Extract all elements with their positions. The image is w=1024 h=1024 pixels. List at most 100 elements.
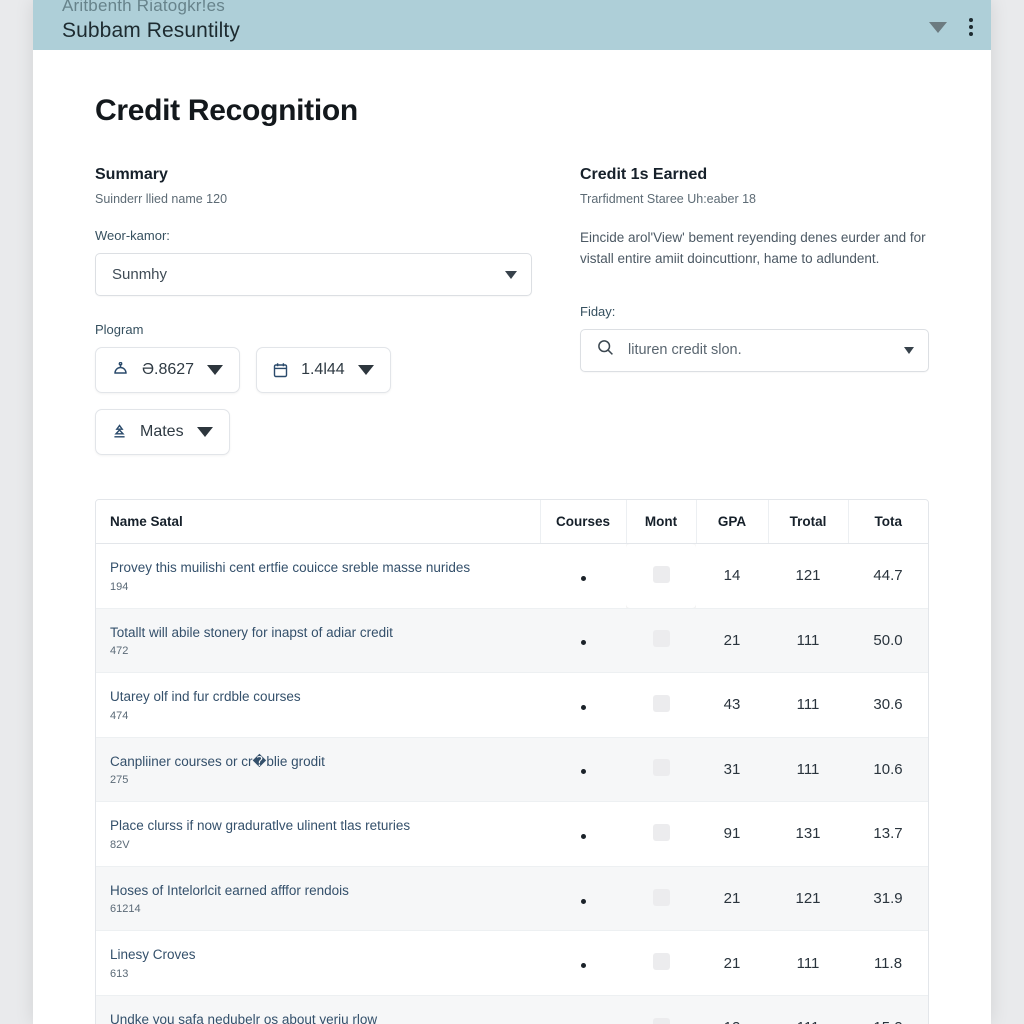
table-header-row: Name Satal Courses Mont GPA Trotal Tota — [96, 500, 928, 544]
cell-name[interactable]: Utarey olf ind fur crdble courses 474 — [96, 672, 540, 738]
chevron-down-icon — [505, 270, 517, 279]
bullet-icon — [580, 575, 586, 581]
cell-mont[interactable] — [626, 543, 696, 609]
calendar-icon — [273, 362, 288, 378]
checkbox-icon[interactable] — [652, 759, 670, 777]
credits-table: Name Satal Courses Mont GPA Trotal Tota … — [95, 499, 929, 1024]
row-title: Canpliiner courses or cr�blie grodit — [110, 753, 325, 769]
column-header-mont[interactable]: Mont — [625, 500, 696, 544]
cell-name[interactable]: Linesy Croves 613 — [96, 930, 540, 996]
cell-mont[interactable] — [626, 866, 696, 932]
cell-name[interactable]: Place clurss if now graduratlve ulinent … — [96, 801, 540, 867]
filter-chip-calendar-label: 1.4l44 — [301, 361, 345, 378]
filter-chip-scale-label: Ә.8627 — [142, 361, 195, 378]
cell-tota: 44.7 — [848, 543, 928, 609]
cell-mont[interactable] — [626, 930, 696, 996]
row-subtitle: 474 — [110, 709, 129, 722]
credits-subtext: Trarfidment Staree Uh:eaber 18 — [580, 192, 757, 206]
app-bar-overline: Aritbenth Riatogkr!es — [62, 0, 225, 15]
app-bar-title-group: Subbam Resuntilty — [62, 20, 929, 44]
bullet-icon — [580, 963, 586, 969]
cell-trotal: 111 — [768, 995, 848, 1024]
app-bar-actions — [929, 18, 973, 44]
chevron-down-icon — [207, 365, 224, 375]
row-title: Utarey olf ind fur crdble courses — [110, 689, 301, 705]
summary-column: Summary Suinderr llied name 120 Weor‑kam… — [95, 166, 532, 455]
cell-tota: 13.7 — [848, 801, 928, 867]
bullet-icon — [580, 833, 586, 839]
summary-heading: Summary — [95, 166, 168, 183]
cell-name[interactable]: Totallt will abile stonery for inapst of… — [96, 608, 540, 674]
filter-chip-mates-label: Mates — [140, 423, 184, 440]
cell-mont[interactable] — [626, 995, 696, 1024]
cell-gpa: 12 — [696, 995, 768, 1024]
table-row[interactable]: Utarey olf ind fur crdble courses 474 43 11… — [96, 672, 928, 738]
cell-name[interactable]: Hoses of Intelorlcit earned afffor rendo… — [96, 866, 540, 932]
cell-trotal: 111 — [768, 672, 848, 738]
program-label: Plogram — [95, 322, 144, 337]
cell-trotal: 121 — [768, 543, 848, 609]
cell-mont[interactable] — [626, 672, 696, 738]
cell-courses — [540, 672, 626, 738]
row-title: Place clurss if now graduratlve ulinent … — [110, 818, 411, 834]
select-label: Weor‑kamor: — [95, 228, 170, 243]
checkbox-icon[interactable] — [652, 888, 670, 906]
app-bar-title: Subbam Resuntilty — [62, 19, 240, 42]
cell-name[interactable]: Undke you safa nedubelr os about yeriu r… — [96, 995, 540, 1024]
credit-search-field[interactable]: lituren credit slon. — [580, 328, 929, 372]
cell-trotal: 121 — [768, 866, 848, 932]
table-row[interactable]: Place clurss if now graduratlve ulinent … — [96, 801, 928, 867]
cell-mont[interactable] — [626, 737, 696, 803]
filter-chip-calendar[interactable]: 1.4l44 — [256, 347, 391, 393]
filter-chip-scale[interactable]: Ә.8627 — [95, 347, 241, 393]
checkbox-icon[interactable] — [652, 823, 670, 841]
bullet-icon — [580, 704, 586, 710]
checkbox-icon[interactable] — [652, 565, 670, 583]
scale-icon — [112, 362, 129, 378]
filter-chip-mates[interactable]: Mates — [95, 409, 230, 455]
cell-name[interactable]: Canpliiner courses or cr�blie grodit 275 — [96, 737, 540, 803]
checkbox-icon[interactable] — [652, 694, 670, 712]
table-row[interactable]: Undke you safa nedubelr os about yeriu r… — [96, 995, 928, 1024]
column-header-gpa[interactable]: GPA — [695, 500, 768, 544]
cell-gpa: 21 — [696, 608, 768, 674]
cell-tota: 15.2 — [848, 995, 928, 1024]
page-content: Credit Recognition Summary Suinderr llie… — [33, 50, 991, 1024]
bullet-icon — [580, 769, 586, 775]
table-row[interactable]: Linesy Croves 613 21 111 11.8 — [96, 930, 928, 996]
credits-column: Credit 1s Earned Trarfidment Staree Uh:e… — [580, 166, 929, 455]
app-window: Aritbenth Riatogkr!es Subbam Resuntilty … — [33, 0, 991, 1024]
row-subtitle: 194 — [110, 580, 129, 593]
chevron-down-icon[interactable] — [929, 21, 947, 33]
checkbox-icon[interactable] — [652, 1017, 670, 1024]
table-row[interactable]: Hoses of Intelorlcit earned afffor rendo… — [96, 866, 928, 932]
checkbox-icon[interactable] — [652, 630, 670, 648]
cell-tota: 30.6 — [848, 672, 928, 738]
cell-tota: 50.0 — [848, 608, 928, 674]
column-header-name[interactable]: Name Satal — [96, 500, 540, 544]
cell-mont[interactable] — [626, 608, 696, 674]
cell-courses — [540, 930, 626, 996]
cell-gpa: 21 — [696, 930, 768, 996]
row-subtitle: 613 — [110, 967, 129, 980]
search-icon — [597, 339, 614, 361]
checkbox-icon[interactable] — [652, 953, 670, 971]
cell-name[interactable]: Provey this muilishi cent ertfie couicce… — [96, 543, 540, 609]
cell-trotal: 111 — [768, 608, 848, 674]
kebab-menu-icon[interactable] — [969, 18, 973, 36]
credit-search-value: lituren credit slon. — [628, 342, 742, 359]
column-header-courses[interactable]: Courses — [539, 500, 626, 544]
summary-select[interactable]: Sunmhy — [95, 253, 532, 296]
table-row[interactable]: Provey this muilishi cent ertfie couicce… — [96, 543, 928, 609]
row-subtitle: 61214 — [110, 903, 141, 916]
column-header-trotal[interactable]: Trotal — [767, 500, 848, 544]
column-header-tota[interactable]: Tota — [847, 500, 928, 544]
cell-trotal: 111 — [768, 737, 848, 803]
filter-chip-group: Ә.8627 1.4l44 Mates — [95, 347, 532, 455]
cell-courses — [540, 801, 626, 867]
filter-label: Fiday: — [580, 303, 616, 319]
table-row[interactable]: Canpliiner courses or cr�blie grodit 275 3… — [96, 737, 928, 803]
cell-mont[interactable] — [626, 801, 696, 867]
row-title: Undke you safa nedubelr os about yeriu r… — [110, 1011, 378, 1024]
table-row[interactable]: Totallt will abile stonery for inapst of… — [96, 608, 928, 674]
